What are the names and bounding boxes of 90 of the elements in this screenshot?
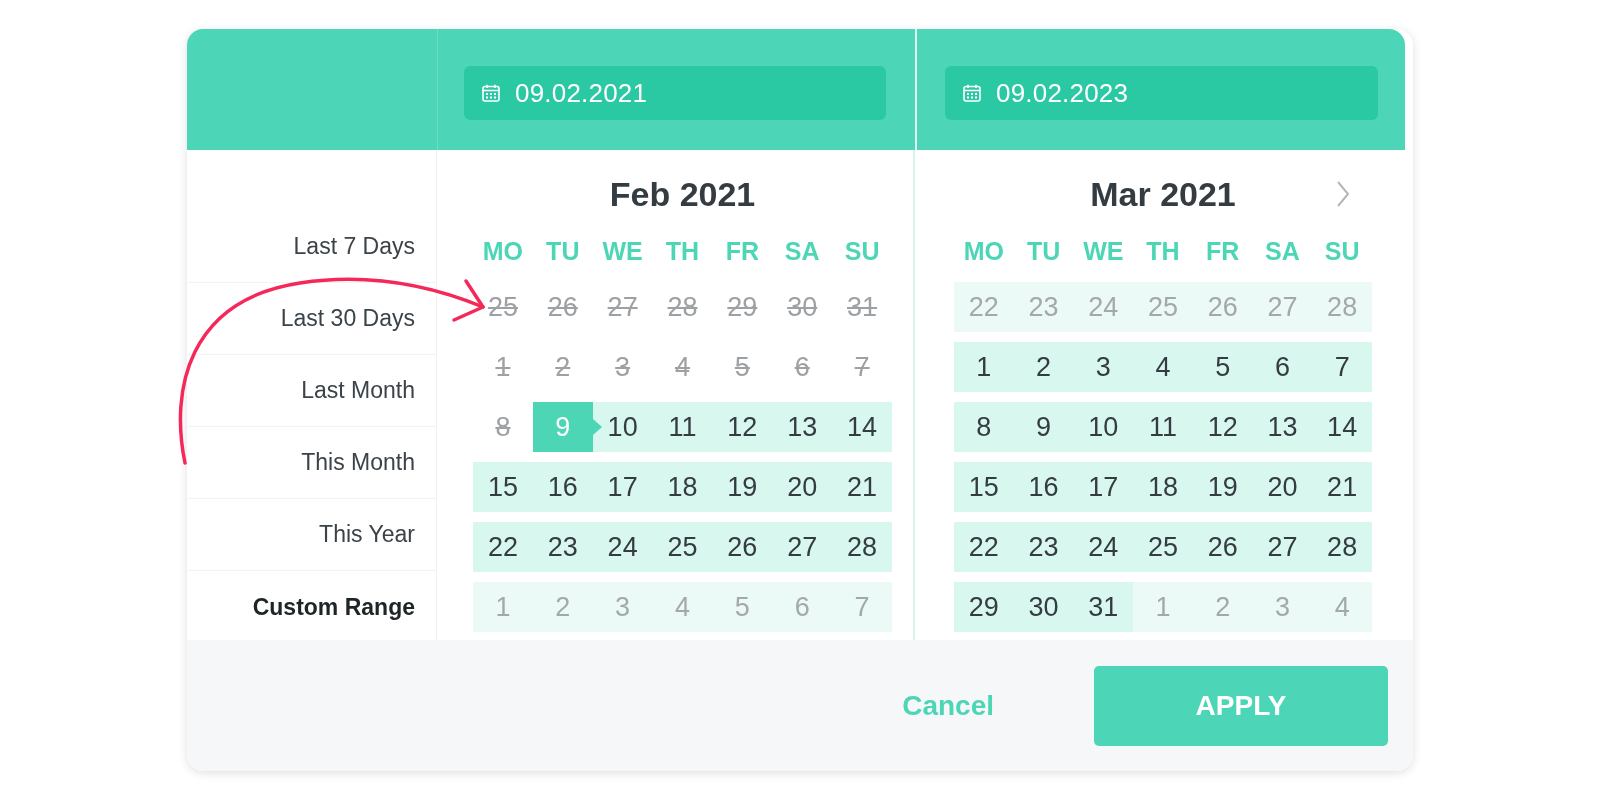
day-cell[interactable]: 16 bbox=[532, 462, 593, 512]
month-title: Feb 2021 bbox=[609, 174, 756, 214]
day-cell[interactable]: 7 bbox=[1312, 342, 1372, 392]
day-cell[interactable]: 8 bbox=[954, 402, 1014, 452]
day-cell[interactable]: 15 bbox=[473, 462, 533, 512]
day-cell[interactable]: 18 bbox=[1133, 462, 1193, 512]
weekday-label: WE bbox=[602, 236, 643, 266]
day-cell[interactable]: 14 bbox=[1312, 402, 1372, 452]
day-cell[interactable]: 21 bbox=[1312, 462, 1372, 512]
preset-option[interactable]: Last Month bbox=[187, 355, 436, 427]
day-cell[interactable]: 20 bbox=[1252, 462, 1313, 512]
day-cell[interactable]: 21 bbox=[832, 462, 892, 512]
day-cell[interactable]: 23 bbox=[532, 522, 593, 572]
day-cell[interactable]: 30 bbox=[1013, 582, 1074, 632]
day-cell[interactable]: 2 bbox=[1013, 342, 1074, 392]
day-cell[interactable]: 1 bbox=[954, 342, 1014, 392]
day-cell[interactable]: 25 bbox=[1133, 522, 1193, 572]
day-cell[interactable]: 28 bbox=[1312, 522, 1372, 572]
day-cell[interactable]: 3 bbox=[1073, 342, 1134, 392]
day-cell-text: 4 bbox=[673, 350, 691, 384]
day-cell-text: 30 bbox=[786, 290, 819, 324]
preset-option[interactable]: Last 7 Days bbox=[187, 211, 436, 283]
day-cell[interactable]: 19 bbox=[1192, 462, 1253, 512]
weekday-label: SA bbox=[784, 236, 820, 266]
day-cell[interactable]: 24 bbox=[592, 522, 653, 572]
preset-option[interactable]: This Year bbox=[187, 499, 436, 571]
day-cell[interactable]: 15 bbox=[954, 462, 1014, 512]
day-cell[interactable]: 23 bbox=[1013, 522, 1074, 572]
weekday-label: FR bbox=[725, 236, 759, 266]
day-cell-text: 28 bbox=[666, 290, 699, 324]
weekday-label: TU bbox=[1026, 236, 1061, 266]
weekday-label: TU bbox=[546, 236, 580, 266]
preset-option[interactable]: This Month bbox=[187, 427, 436, 499]
day-cell[interactable]: 26 bbox=[1192, 522, 1253, 572]
month-title: Mar 2021 bbox=[1090, 174, 1236, 214]
day-cell[interactable]: 5 bbox=[1192, 342, 1253, 392]
day-cell[interactable]: 14 bbox=[832, 402, 892, 452]
day-cell[interactable]: 17 bbox=[1073, 462, 1134, 512]
day-cell[interactable]: 27 bbox=[772, 522, 833, 572]
chevron-right-icon[interactable] bbox=[1336, 180, 1350, 208]
day-cell-text: 7 bbox=[853, 350, 871, 384]
day-cell-text: 27 bbox=[606, 290, 639, 324]
day-cell-text: 29 bbox=[726, 290, 759, 324]
weekday-label: SA bbox=[1265, 236, 1300, 266]
day-cell[interactable]: 16 bbox=[1013, 462, 1074, 512]
weekday-label: SU bbox=[844, 236, 880, 266]
day-cell-text: 3 bbox=[614, 350, 632, 384]
day-cell[interactable]: 31 bbox=[1073, 582, 1134, 632]
day-cell[interactable]: 12 bbox=[712, 402, 773, 452]
day-cell[interactable]: 24 bbox=[1073, 522, 1134, 572]
day-cell[interactable]: 29 bbox=[954, 582, 1014, 632]
day-cell-text: 26 bbox=[546, 290, 579, 324]
preset-option[interactable]: Custom Range bbox=[187, 571, 436, 643]
day-cell[interactable]: 11 bbox=[1133, 402, 1193, 452]
day-cell[interactable]: 13 bbox=[1252, 402, 1313, 452]
weekday-label: TH bbox=[1146, 236, 1180, 266]
day-cell[interactable]: 20 bbox=[772, 462, 833, 512]
day-cell[interactable]: 10 bbox=[592, 402, 653, 452]
day-cell[interactable]: 17 bbox=[592, 462, 653, 512]
day-cell[interactable]: 27 bbox=[1252, 522, 1313, 572]
day-cell[interactable]: 4 bbox=[1133, 342, 1193, 392]
day-cell[interactable]: 18 bbox=[652, 462, 713, 512]
day-cell[interactable]: 22 bbox=[954, 522, 1014, 572]
day-cell[interactable]: 28 bbox=[832, 522, 892, 572]
day-cell[interactable]: 25 bbox=[652, 522, 713, 572]
day-cell[interactable]: 11 bbox=[652, 402, 713, 452]
day-cell[interactable]: 19 bbox=[712, 462, 773, 512]
day-cell-text: 6 bbox=[793, 350, 811, 384]
weekday-label: SU bbox=[1324, 236, 1360, 266]
day-cell-text: 2 bbox=[554, 350, 572, 384]
calendar-icon bbox=[963, 84, 981, 102]
day-cell-text: 5 bbox=[733, 350, 751, 384]
weekday-label: MO bbox=[482, 236, 524, 266]
day-cell[interactable]: 22 bbox=[473, 522, 533, 572]
calendar-icon bbox=[482, 84, 500, 102]
day-cell[interactable]: 10 bbox=[1073, 402, 1134, 452]
day-cell[interactable]: 26 bbox=[712, 522, 773, 572]
weekday-label: MO bbox=[963, 236, 1004, 266]
day-cell-text: 31 bbox=[846, 290, 879, 324]
day-cell[interactable]: 12 bbox=[1192, 402, 1253, 452]
day-cell[interactable]: 9 bbox=[1013, 402, 1074, 452]
day-cell[interactable]: 13 bbox=[772, 402, 833, 452]
weekday-label: FR bbox=[1206, 236, 1240, 266]
day-cell-text: 25 bbox=[486, 290, 519, 324]
day-cell-text: 1 bbox=[494, 350, 512, 384]
day-cell-text: 8 bbox=[494, 410, 512, 444]
day-cell[interactable]: 6 bbox=[1252, 342, 1313, 392]
weekday-label: WE bbox=[1083, 236, 1124, 266]
preset-option[interactable]: Last 30 Days bbox=[187, 283, 436, 355]
weekday-label: TH bbox=[665, 236, 700, 266]
